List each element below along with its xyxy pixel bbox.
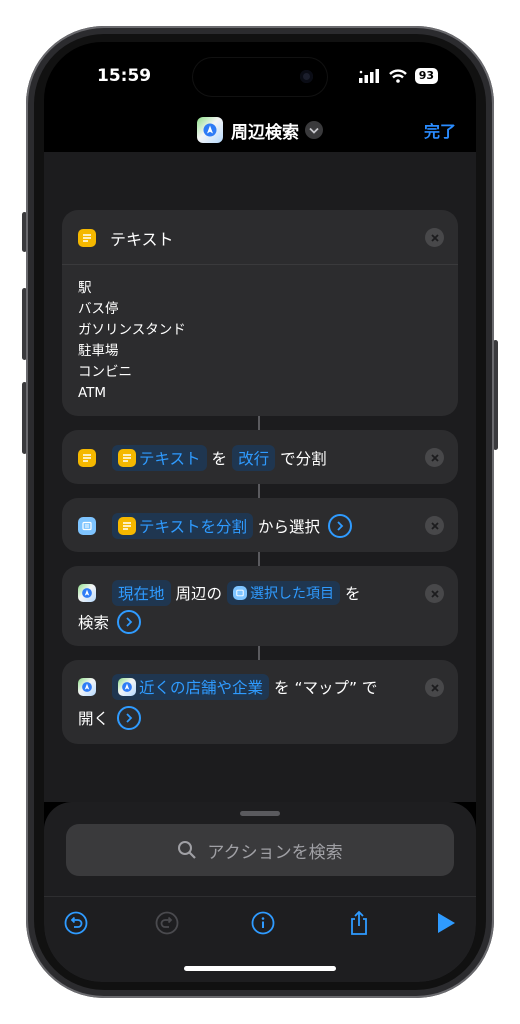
connector-line [258, 482, 260, 498]
share-icon [351, 910, 367, 935]
signal-icon [358, 69, 379, 83]
search-local-businesses-action-card[interactable]: 現在地 周辺の 選択した項目 を 検索 [62, 566, 458, 646]
separator-token[interactable]: 改行 [232, 445, 276, 471]
nearby-businesses-token[interactable]: 近くの店舗や企業 [112, 674, 270, 700]
maps-app-icon [78, 584, 96, 602]
split-text-variable-token[interactable]: テキストを分割 [112, 513, 254, 539]
screen: 15:59 93 周辺検索 完了 テキスト 駅 バス停 ガソリンスタンド 駐車場… [44, 42, 476, 982]
variable-label: テキストを分割 [139, 518, 248, 536]
share-button[interactable] [345, 909, 373, 937]
run-button[interactable] [432, 909, 460, 937]
battery-icon: 93 [414, 68, 438, 84]
action-search-field[interactable]: アクションを検索 [66, 824, 454, 876]
text-icon [78, 449, 96, 467]
redo-button[interactable] [153, 909, 181, 937]
close-icon[interactable] [425, 228, 444, 247]
split-text-action-card[interactable]: テキスト を 改行 で分割 [62, 430, 458, 484]
variable-label: 近くの店舗や企業 [139, 679, 264, 697]
play-icon [438, 913, 455, 933]
action-word: 開く [78, 710, 110, 728]
search-action-row-2: 検索 [78, 610, 142, 634]
undo-button[interactable] [62, 909, 90, 937]
variable-label: 選択した項目 [250, 586, 335, 602]
current-location-token[interactable]: 現在地 [112, 580, 171, 606]
action-word: で分割 [280, 450, 327, 468]
list-icon [78, 517, 96, 535]
text-line: 駅 [78, 280, 92, 296]
actions-canvas: テキスト 駅 バス停 ガソリンスタンド 駐車場 コンビニ ATM テキスト を … [44, 152, 476, 802]
divider [62, 264, 458, 265]
sheet-grabber[interactable] [240, 811, 280, 816]
maps-app-icon [118, 678, 136, 696]
close-icon[interactable] [425, 584, 444, 603]
action-word: 周辺の [175, 585, 223, 603]
action-word: を [211, 450, 228, 468]
chevron-right-circle-icon[interactable] [117, 706, 142, 730]
text-icon [78, 229, 96, 247]
split-action-row: テキスト を 改行 で分割 [78, 445, 327, 471]
status-time: 15:59 [97, 66, 152, 86]
open-in-maps-action-card[interactable]: 近くの店舗や企業 を “マップ” で 開く [62, 660, 458, 744]
text-icon [118, 449, 136, 467]
chevron-down-icon[interactable] [305, 121, 323, 139]
choose-action-row: テキストを分割 から選択 [78, 513, 353, 539]
redo-icon [155, 911, 179, 935]
selected-item-token[interactable]: 選択した項目 [227, 581, 341, 605]
text-line: コンビニ [78, 364, 132, 380]
action-search-sheet: アクションを検索 [44, 802, 476, 982]
text-line: ガソリンスタンド [78, 322, 186, 338]
connector-line [258, 644, 260, 660]
status-icons: 93 [358, 68, 438, 84]
shortcut-header[interactable]: 周辺検索 [44, 108, 476, 152]
bottom-toolbar [44, 896, 476, 949]
action-word: を “マップ” で [274, 679, 378, 697]
text-variable-token[interactable]: テキスト [112, 445, 207, 471]
action-word: を [345, 585, 361, 603]
info-button[interactable] [249, 909, 277, 937]
open-action-row-2: 開く [78, 706, 142, 730]
text-icon [118, 517, 136, 535]
chevron-right-circle-icon[interactable] [328, 514, 353, 538]
text-content-field[interactable]: 駅 バス停 ガソリンスタンド 駐車場 コンビニ ATM [78, 278, 186, 404]
text-line: 駐車場 [78, 343, 119, 359]
connector-line [258, 414, 260, 430]
maps-app-icon [197, 117, 223, 143]
search-placeholder: アクションを検索 [207, 842, 343, 863]
chevron-right-circle-icon[interactable] [117, 610, 142, 634]
open-action-row-1: 近くの店舗や企業 を “マップ” で [78, 674, 377, 700]
text-line: バス停 [78, 301, 119, 317]
action-word: 検索 [78, 614, 110, 632]
wifi-icon [388, 69, 407, 83]
variable-label: テキスト [139, 450, 201, 468]
text-action-card[interactable]: テキスト 駅 バス停 ガソリンスタンド 駐車場 コンビニ ATM [62, 210, 458, 416]
connector-line [258, 550, 260, 566]
camera-icon [300, 70, 313, 83]
text-line: ATM [78, 385, 107, 401]
shortcut-title: 周辺検索 [231, 122, 299, 143]
text-action-title: テキスト [110, 230, 174, 249]
text-action-header: テキスト [78, 226, 174, 250]
close-icon[interactable] [425, 678, 444, 697]
action-word: から選択 [258, 518, 321, 536]
maps-app-icon [78, 678, 96, 696]
search-action-row-1: 現在地 周辺の 選択した項目 を [78, 580, 361, 606]
search-icon [178, 841, 197, 859]
choose-from-list-action-card[interactable]: テキストを分割 から選択 [62, 498, 458, 552]
dynamic-island [193, 58, 327, 96]
home-indicator [184, 966, 336, 971]
undo-icon [64, 911, 88, 935]
done-button[interactable]: 完了 [424, 118, 456, 142]
list-icon [233, 586, 248, 600]
info-icon [251, 911, 275, 935]
close-icon[interactable] [425, 516, 444, 535]
close-icon[interactable] [425, 448, 444, 467]
